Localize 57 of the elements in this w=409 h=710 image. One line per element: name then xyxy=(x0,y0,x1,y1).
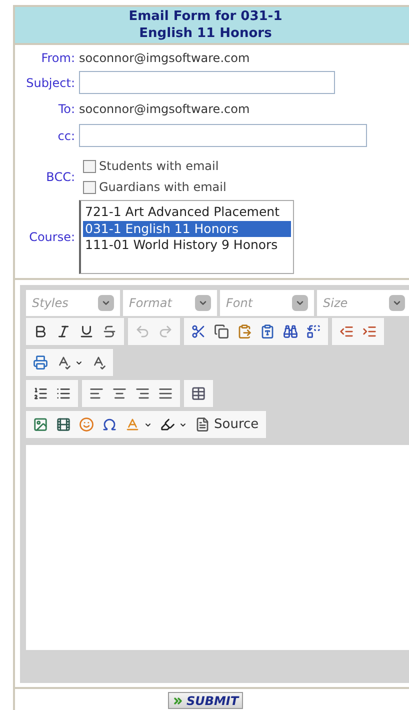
omega-icon xyxy=(102,417,117,432)
caret-icon xyxy=(179,420,187,428)
course-listbox[interactable]: 721-1 Art Advanced Placement 031-1 English 11 Honors 111-01 World History 9 Honors xyxy=(79,200,294,274)
source-button[interactable]: Source xyxy=(191,414,263,436)
checkbox[interactable] xyxy=(83,160,96,172)
bold-icon xyxy=(33,324,48,339)
film-icon xyxy=(56,417,71,432)
listbox-option[interactable]: 111-01 World History 9 Honors xyxy=(83,237,291,254)
listbox-option[interactable]: 031-1 English 11 Honors xyxy=(83,220,291,237)
italic-icon xyxy=(56,324,71,339)
subject-label: Subject: xyxy=(25,74,75,92)
undo-icon xyxy=(135,324,150,339)
to-label: To: xyxy=(57,101,75,118)
spellcheck-icon xyxy=(56,355,71,370)
clipboard-icon xyxy=(237,324,252,339)
numbered-list-icon xyxy=(33,386,48,401)
cc-field[interactable] xyxy=(79,124,367,147)
cc-label: cc: xyxy=(56,128,75,144)
scissors-icon xyxy=(191,324,206,339)
bcc-label: BCC: xyxy=(45,168,75,186)
submit-button[interactable]: SUBMIT xyxy=(168,692,243,709)
outdent-icon xyxy=(339,324,354,339)
checkbox-label: Students with email xyxy=(99,158,219,175)
checkbox-label: Guardians with email xyxy=(99,179,226,196)
spellcheck-icon xyxy=(91,355,106,370)
document-icon xyxy=(195,417,210,432)
align-left-icon xyxy=(89,386,104,401)
table-icon xyxy=(191,386,206,401)
copy-icon xyxy=(214,324,229,339)
replace-icon xyxy=(306,324,321,339)
caret-icon xyxy=(75,358,83,366)
clipboard-icon xyxy=(260,324,275,339)
from-value: soconnor@imgsoftware.com xyxy=(79,50,250,67)
text-color-icon xyxy=(125,417,140,432)
checkbox[interactable] xyxy=(83,180,96,194)
smiley-icon xyxy=(79,417,94,432)
image-icon xyxy=(33,417,48,432)
course-label: Course: xyxy=(28,229,75,246)
form-subtitle: English 11 Honors xyxy=(139,25,272,42)
binoculars-icon xyxy=(283,324,298,339)
align-center-icon xyxy=(112,386,127,401)
strikethrough-icon xyxy=(102,324,117,339)
indent-icon xyxy=(362,324,377,339)
bullet-list-icon xyxy=(56,386,71,401)
redo-icon xyxy=(158,324,173,339)
form-title: Email Form for 031-1 xyxy=(128,8,282,25)
subject-field[interactable] xyxy=(79,71,335,94)
underline-icon xyxy=(79,324,94,339)
highlighter-icon xyxy=(160,417,175,432)
caret-icon xyxy=(144,420,152,428)
listbox-option[interactable]: 721-1 Art Advanced Placement xyxy=(83,204,291,220)
printer-icon xyxy=(33,355,48,370)
align-right-icon xyxy=(135,386,150,401)
from-label: From: xyxy=(40,50,75,67)
justify-icon xyxy=(158,386,173,401)
chevrons-icon xyxy=(172,694,184,706)
to-value: soconnor@imgsoftware.com xyxy=(79,101,250,118)
